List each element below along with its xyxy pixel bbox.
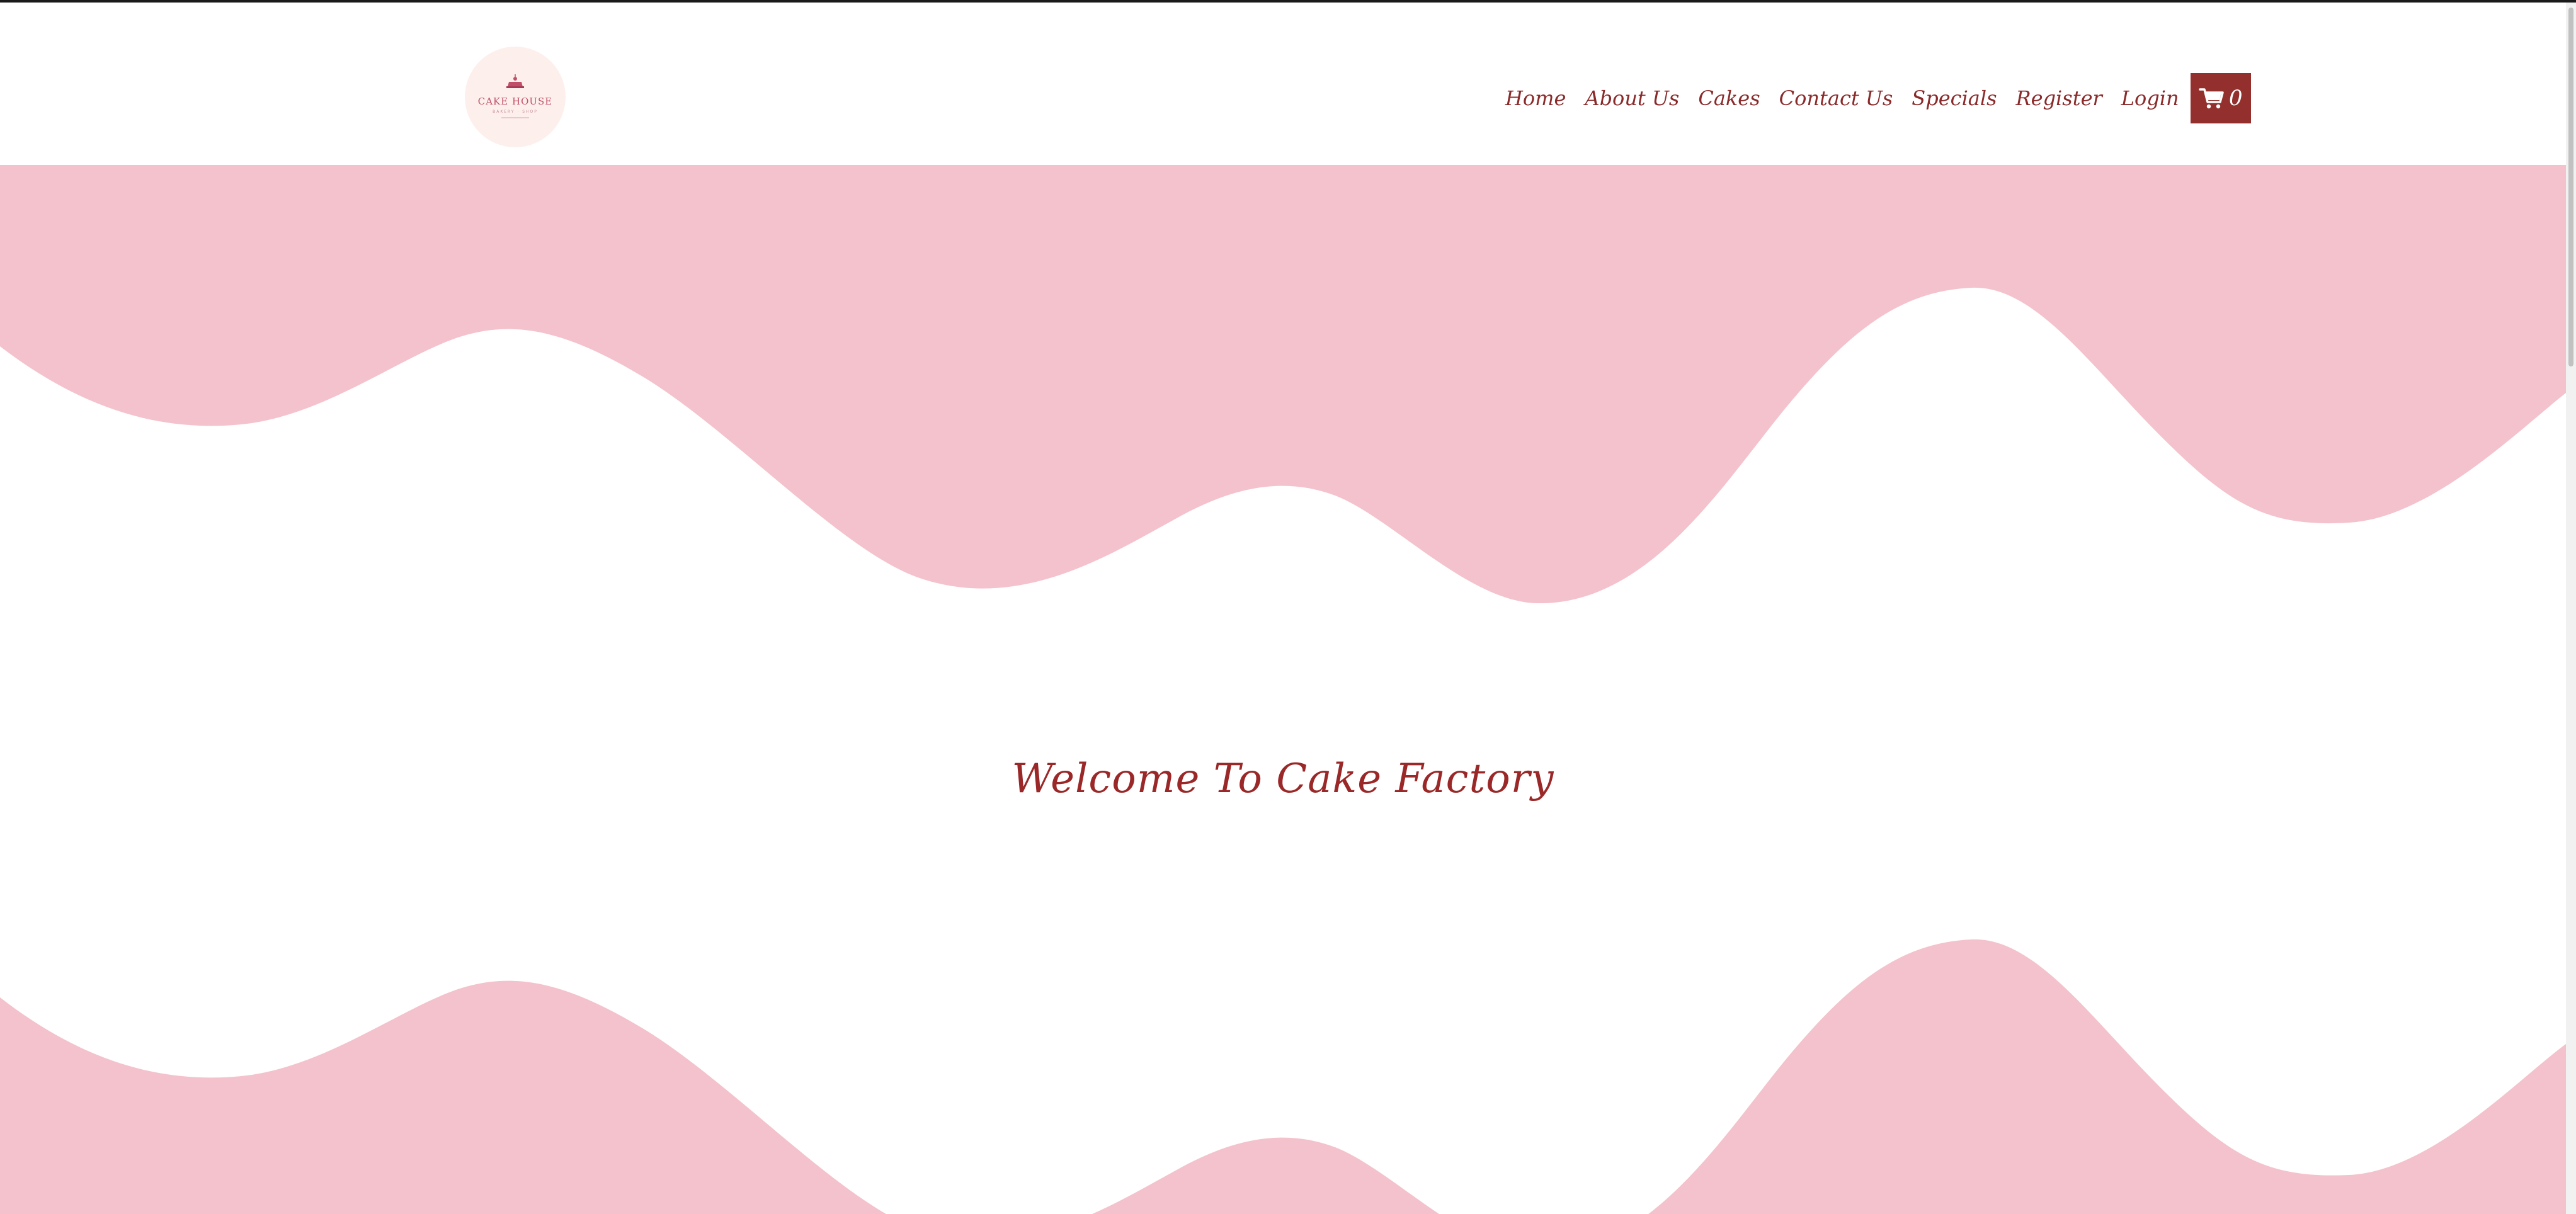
nav-about-us[interactable]: About Us (1585, 86, 1679, 110)
logo-subtext: BAKERY · SHOP (493, 110, 538, 114)
welcome-heading: Welcome To Cake Factory (1012, 756, 1554, 802)
site-header: CAKE HOUSE BAKERY · SHOP Home About Us C… (0, 3, 2566, 165)
shopping-cart-icon (2199, 88, 2224, 109)
nav-specials[interactable]: Specials (1912, 86, 1997, 110)
nav-contact-us[interactable]: Contact Us (1779, 86, 1893, 110)
bottom-wave (0, 939, 2566, 1214)
nav-cakes[interactable]: Cakes (1698, 86, 1760, 110)
main-nav: Home About Us Cakes Contact Us Specials … (1505, 73, 2251, 123)
cart-count: 0 (2228, 86, 2243, 111)
hero-section: Welcome To Cake Factory (0, 165, 2566, 1214)
wave-decoration (0, 165, 2566, 1214)
nav-home[interactable]: Home (1505, 86, 1566, 110)
cake-house-logo[interactable]: CAKE HOUSE BAKERY · SHOP (465, 47, 566, 147)
cart-button[interactable]: 0 (2190, 73, 2251, 123)
top-wave (0, 165, 2566, 604)
page-scrollbar[interactable] (2566, 3, 2576, 1214)
nav-register[interactable]: Register (2016, 86, 2102, 110)
nav-login[interactable]: Login (2121, 86, 2179, 110)
logo-text: CAKE HOUSE (477, 96, 553, 107)
scrollbar-thumb[interactable] (2568, 8, 2573, 366)
